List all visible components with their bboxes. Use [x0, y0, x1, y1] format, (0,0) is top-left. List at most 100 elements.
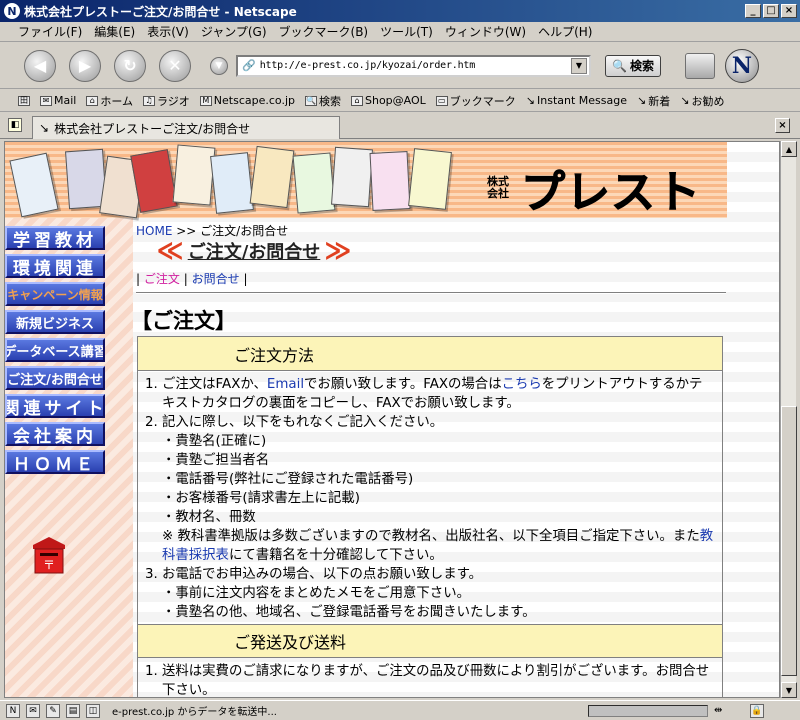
mail-icon[interactable]: ✉ — [26, 703, 40, 718]
progress-bar — [588, 704, 708, 717]
toolbar-search-label: 検索 — [319, 94, 341, 108]
right-arrow-icon: ≫ — [324, 236, 352, 266]
list-item: お電話でお申込みの場合、以下の点お願い致します。 ・事前に注文内容をまとめたメモ… — [162, 565, 714, 622]
toolbar-bookmarks[interactable]: ▭ ブックマーク — [435, 93, 516, 109]
title-bar: N 株式会社プレストーご注文/お問合せ - Netscape _ □ × — [0, 0, 800, 22]
toolbar-new[interactable]: ↘ 新着 — [637, 93, 670, 109]
page-title-block: ≪ ご注文/お問合せ ≫ — [149, 236, 359, 266]
reload-icon: ↻ — [123, 56, 137, 75]
my-icon: M — [199, 95, 212, 106]
list-item: 送料は実費のご請求になりますが、ご注文の品及び冊数により割引がございます。お問合… — [162, 662, 714, 697]
toolbar-home-tab-icon[interactable]: 田 — [18, 95, 30, 106]
url-bar[interactable]: 🔗 http://e-prest.co.jp/kyozai/order.htm … — [236, 54, 591, 77]
composer-icon[interactable]: ✎ — [46, 703, 60, 718]
list-item: 記入に際し、以下をもれなくご記入ください。 ・貴塾名(正確に) ・貴塾ご担当者名… — [162, 413, 714, 565]
menu-learning-materials[interactable]: 学習教材 — [5, 226, 105, 250]
shop-icon: ⌂ — [351, 95, 363, 106]
history-dropdown-button[interactable]: ▼ — [210, 56, 228, 75]
link-icon: ↘ — [39, 121, 50, 135]
menu-go[interactable]: ジャンプ(G) — [201, 23, 267, 40]
menu-order-inquiry[interactable]: ご注文/お問合せ — [5, 366, 105, 390]
url-dropdown-button[interactable]: ▼ — [571, 57, 587, 74]
menu-environment[interactable]: 環境関連 — [5, 254, 105, 278]
toolbar-recommend[interactable]: ↘ お勧め — [680, 93, 724, 109]
security-lock-icon[interactable]: 🔒 — [750, 703, 764, 718]
books-image — [9, 144, 470, 219]
toolbar-recommend-label: お勧め — [691, 94, 725, 108]
menu-window[interactable]: ウィンドウ(W) — [445, 23, 526, 40]
new-tab-icon[interactable]: ◧ — [8, 118, 22, 132]
page-icon: 🔗 — [242, 59, 256, 72]
chat-icon[interactable]: ◫ — [86, 703, 100, 718]
tab-current[interactable]: ↘ 株式会社プレストーご注文/お問合せ — [32, 116, 340, 139]
toolbar-radio[interactable]: ♫ ラジオ — [143, 93, 190, 109]
maximize-button[interactable]: □ — [763, 4, 779, 18]
link-icon: ↘ — [680, 94, 690, 107]
reload-button[interactable]: ↻ — [114, 49, 146, 82]
toolbar-shop[interactable]: ⌂ Shop@AOL — [351, 94, 426, 107]
search-button[interactable]: 🔍 検索 — [605, 54, 661, 77]
scroll-down-button[interactable]: ▼ — [781, 682, 797, 698]
toolbar-home[interactable]: ⌂ ホーム — [86, 93, 133, 109]
minimize-button[interactable]: _ — [745, 4, 761, 18]
menu-edit[interactable]: 編集(E) — [94, 23, 135, 40]
toolbar-home-label: ホーム — [100, 94, 134, 108]
vertical-scrollbar[interactable]: ▲ ▼ — [780, 141, 797, 698]
menu-help[interactable]: ヘルプ(H) — [538, 23, 592, 40]
toolbar-netscape-label: Netscape.co.jp — [213, 94, 295, 107]
email-link[interactable]: Email — [267, 377, 304, 392]
close-button[interactable]: × — [781, 4, 797, 18]
shipping-body: 送料は実費のご請求になりますが、ご注文の品及び冊数により割引がございます。お問合… — [138, 658, 722, 697]
toolbar-mail-label: Mail — [54, 94, 77, 107]
menu-new-business[interactable]: 新規ビジネス — [5, 310, 105, 334]
menu-company-info[interactable]: 会社案内 — [5, 422, 105, 446]
section-title: 【ご注文】 — [131, 309, 236, 333]
back-arrow-icon: ◀ — [33, 56, 47, 75]
sub-item: ・貴塾名の他、地域名、ご登録電話番号をお聞きいたします。 — [162, 605, 536, 620]
order-link[interactable]: ご注文 — [144, 272, 180, 286]
fax-form-link[interactable]: こちら — [502, 377, 542, 392]
toolbar-search[interactable]: 🔍 検索 — [305, 93, 341, 109]
search-button-label: 検索 — [629, 59, 654, 73]
menu-home[interactable]: ＨＯＭＥ — [5, 450, 105, 474]
address-book-icon[interactable]: ▤ — [66, 703, 80, 718]
toolbar-netscape[interactable]: M Netscape.co.jp — [199, 94, 295, 107]
sub-item: ・貴塾ご担当者名 — [162, 453, 270, 468]
company-logo: 株式会社 プレスト — [487, 156, 701, 220]
netscape-app-icon[interactable]: N — [4, 3, 20, 19]
menu-bookmarks[interactable]: ブックマーク(B) — [279, 23, 369, 40]
netscape-logo-icon[interactable]: N — [724, 48, 759, 83]
left-arrow-icon: ≪ — [156, 236, 184, 266]
back-button[interactable]: ◀ — [24, 49, 56, 82]
menu-campaign[interactable]: キャンペーン情報 — [5, 282, 105, 306]
forward-arrow-icon: ▶ — [78, 56, 92, 75]
link-icon: ↘ — [525, 94, 536, 107]
inquiry-link[interactable]: お問合せ — [192, 272, 240, 286]
close-tab-button[interactable]: × — [775, 118, 790, 133]
headphones-icon: ♫ — [143, 95, 156, 106]
scroll-up-button[interactable]: ▲ — [781, 141, 797, 157]
menu-tools[interactable]: ツール(T) — [380, 23, 433, 40]
menu-view[interactable]: 表示(V) — [147, 23, 189, 40]
menu-database-course[interactable]: データベース講習 — [5, 338, 105, 362]
print-button[interactable] — [684, 52, 715, 79]
home-icon: ⌂ — [86, 95, 99, 106]
netscape-status-icon[interactable]: N — [6, 703, 20, 718]
header-banner: 株式会社 プレスト — [5, 142, 727, 220]
toolbar-mail[interactable]: ✉ Mail — [40, 94, 76, 107]
sub-navigation: | ご注文 | お問合せ | — [136, 272, 248, 286]
menu-bar: ファイル(F) 編集(E) 表示(V) ジャンプ(G) ブックマーク(B) ツー… — [0, 22, 800, 42]
stop-button[interactable]: ✕ — [159, 49, 191, 82]
svg-text:〒: 〒 — [43, 558, 55, 572]
divider — [136, 292, 726, 294]
forward-button[interactable]: ▶ — [69, 49, 101, 82]
sub-item: ・事前に注文内容をまとめたメモをご用意下さい。 — [162, 586, 470, 601]
menu-related-sites[interactable]: 関連サイト — [5, 394, 105, 418]
menu-file[interactable]: ファイル(F) — [18, 23, 82, 40]
tab-title: 株式会社プレストーご注文/お問合せ — [54, 121, 251, 136]
mailbox-icon[interactable]: 〒 — [29, 535, 69, 575]
scroll-thumb[interactable] — [781, 406, 797, 676]
page-viewport: 株式会社 プレスト 学習教材 環境関連 キャンペーン情報 新規ビジネス データベ… — [4, 141, 780, 698]
url-field[interactable]: http://e-prest.co.jp/kyozai/order.htm — [260, 60, 571, 71]
toolbar-instant-message[interactable]: ↘ Instant Message — [526, 94, 627, 107]
